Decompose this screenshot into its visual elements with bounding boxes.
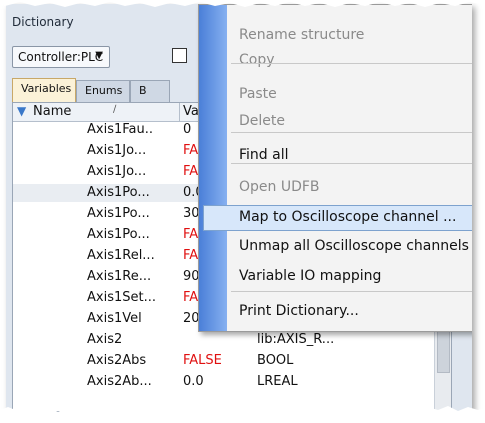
menu-item-open-udfb[interactable]: Open UDFB (199, 175, 472, 201)
variable-name-cell: Axis1Jo... (87, 143, 147, 158)
table-row[interactable]: Axis2Abs FALSE BOOL (13, 352, 453, 370)
filter-checkbox[interactable] (172, 48, 187, 63)
menu-item-unmap-all-oscilloscope-channels[interactable]: Unmap all Oscilloscope channels (199, 234, 472, 260)
variable-name-cell: Axis1Vel (87, 311, 142, 326)
variable-value-cell: FALSE (183, 353, 222, 368)
variable-name-cell: Axis1Rel... (87, 248, 155, 263)
menu-item-find-all[interactable]: Find all (199, 143, 472, 169)
menu-item-label: Unmap all Oscilloscope channels (239, 238, 469, 254)
menu-item-label: Map to Oscilloscope channel ... (239, 209, 457, 225)
variable-value-cell: 0.0 (183, 374, 204, 389)
variable-name-cell: Axis2Ab... (87, 374, 152, 389)
chevron-down-icon: ▼ (95, 50, 103, 61)
menu-item-variable-io-mapping[interactable]: Variable IO mapping (199, 264, 472, 290)
variable-type-cell: lib:AXIS_R... (257, 332, 335, 347)
menu-item-paste[interactable]: Paste (199, 82, 472, 108)
menu-item-label: Delete (239, 113, 285, 129)
torn-edge-bottom (0, 406, 485, 423)
menu-item-label: Print Dictionary... (239, 303, 359, 319)
variable-name-cell: Axis1Set... (87, 290, 156, 305)
variable-type-cell: BOOL (257, 353, 294, 368)
menu-separator (231, 291, 472, 292)
menu-item-label: Copy (239, 52, 275, 68)
context-menu: Rename structure Copy Paste Delete Find all O… (198, 4, 472, 332)
menu-item-label: Find all (239, 147, 289, 163)
controller-select-value: Controller:PLC (18, 50, 104, 64)
menu-item-label: Paste (239, 86, 277, 102)
variable-name-cell: Axis1Jo... (87, 164, 147, 179)
variable-name-cell: Axis1Re... (87, 269, 152, 284)
menu-item-label: Variable IO mapping (239, 268, 382, 284)
panel-title: Dictionary (12, 15, 74, 29)
tab-enums[interactable]: Enums (76, 80, 130, 102)
variable-name-cell: Axis1Fau.. (87, 122, 153, 137)
variable-name-cell: Axis2Abs (87, 353, 147, 368)
menu-item-label: Open UDFB (239, 179, 320, 195)
menu-item-print-dictionary[interactable]: Print Dictionary... (199, 299, 472, 325)
column-separator[interactable] (179, 103, 180, 121)
dictionary-panel: Dictionary Controller:PLC ▼ Variables En… (6, 4, 472, 412)
menu-separator (231, 163, 472, 164)
filter-icon[interactable]: ▼ (17, 104, 26, 118)
menu-item-map-to-oscilloscope-channel[interactable]: Map to Oscilloscope channel ... (203, 205, 472, 231)
variable-type-cell: LREAL (257, 374, 298, 389)
sort-indicator-icon: ∕ (113, 104, 117, 115)
variable-name-cell: Axis2 (87, 332, 123, 347)
tab-b[interactable]: B (130, 80, 170, 102)
variable-name-cell: Axis1Po... (87, 227, 150, 242)
torn-edge-top (0, 0, 485, 7)
variable-name-cell: Axis1Po... (87, 185, 150, 200)
menu-separator (231, 63, 472, 64)
column-header-name[interactable]: Name (33, 104, 71, 119)
menu-item-copy[interactable]: Copy (199, 48, 472, 74)
menu-item-rename-structure[interactable]: Rename structure (199, 23, 472, 49)
tab-variables[interactable]: Variables (12, 78, 76, 102)
menu-separator (231, 132, 472, 133)
table-row[interactable]: Axis2 lib:AXIS_R... (13, 331, 453, 349)
menu-item-label: Rename structure (239, 27, 365, 43)
controller-select[interactable]: Controller:PLC ▼ (12, 46, 110, 68)
column-header-value[interactable]: Va (183, 104, 199, 119)
table-row[interactable]: Axis2Ab... 0.0 LREAL (13, 373, 453, 391)
variable-name-cell: Axis1Po... (87, 206, 150, 221)
